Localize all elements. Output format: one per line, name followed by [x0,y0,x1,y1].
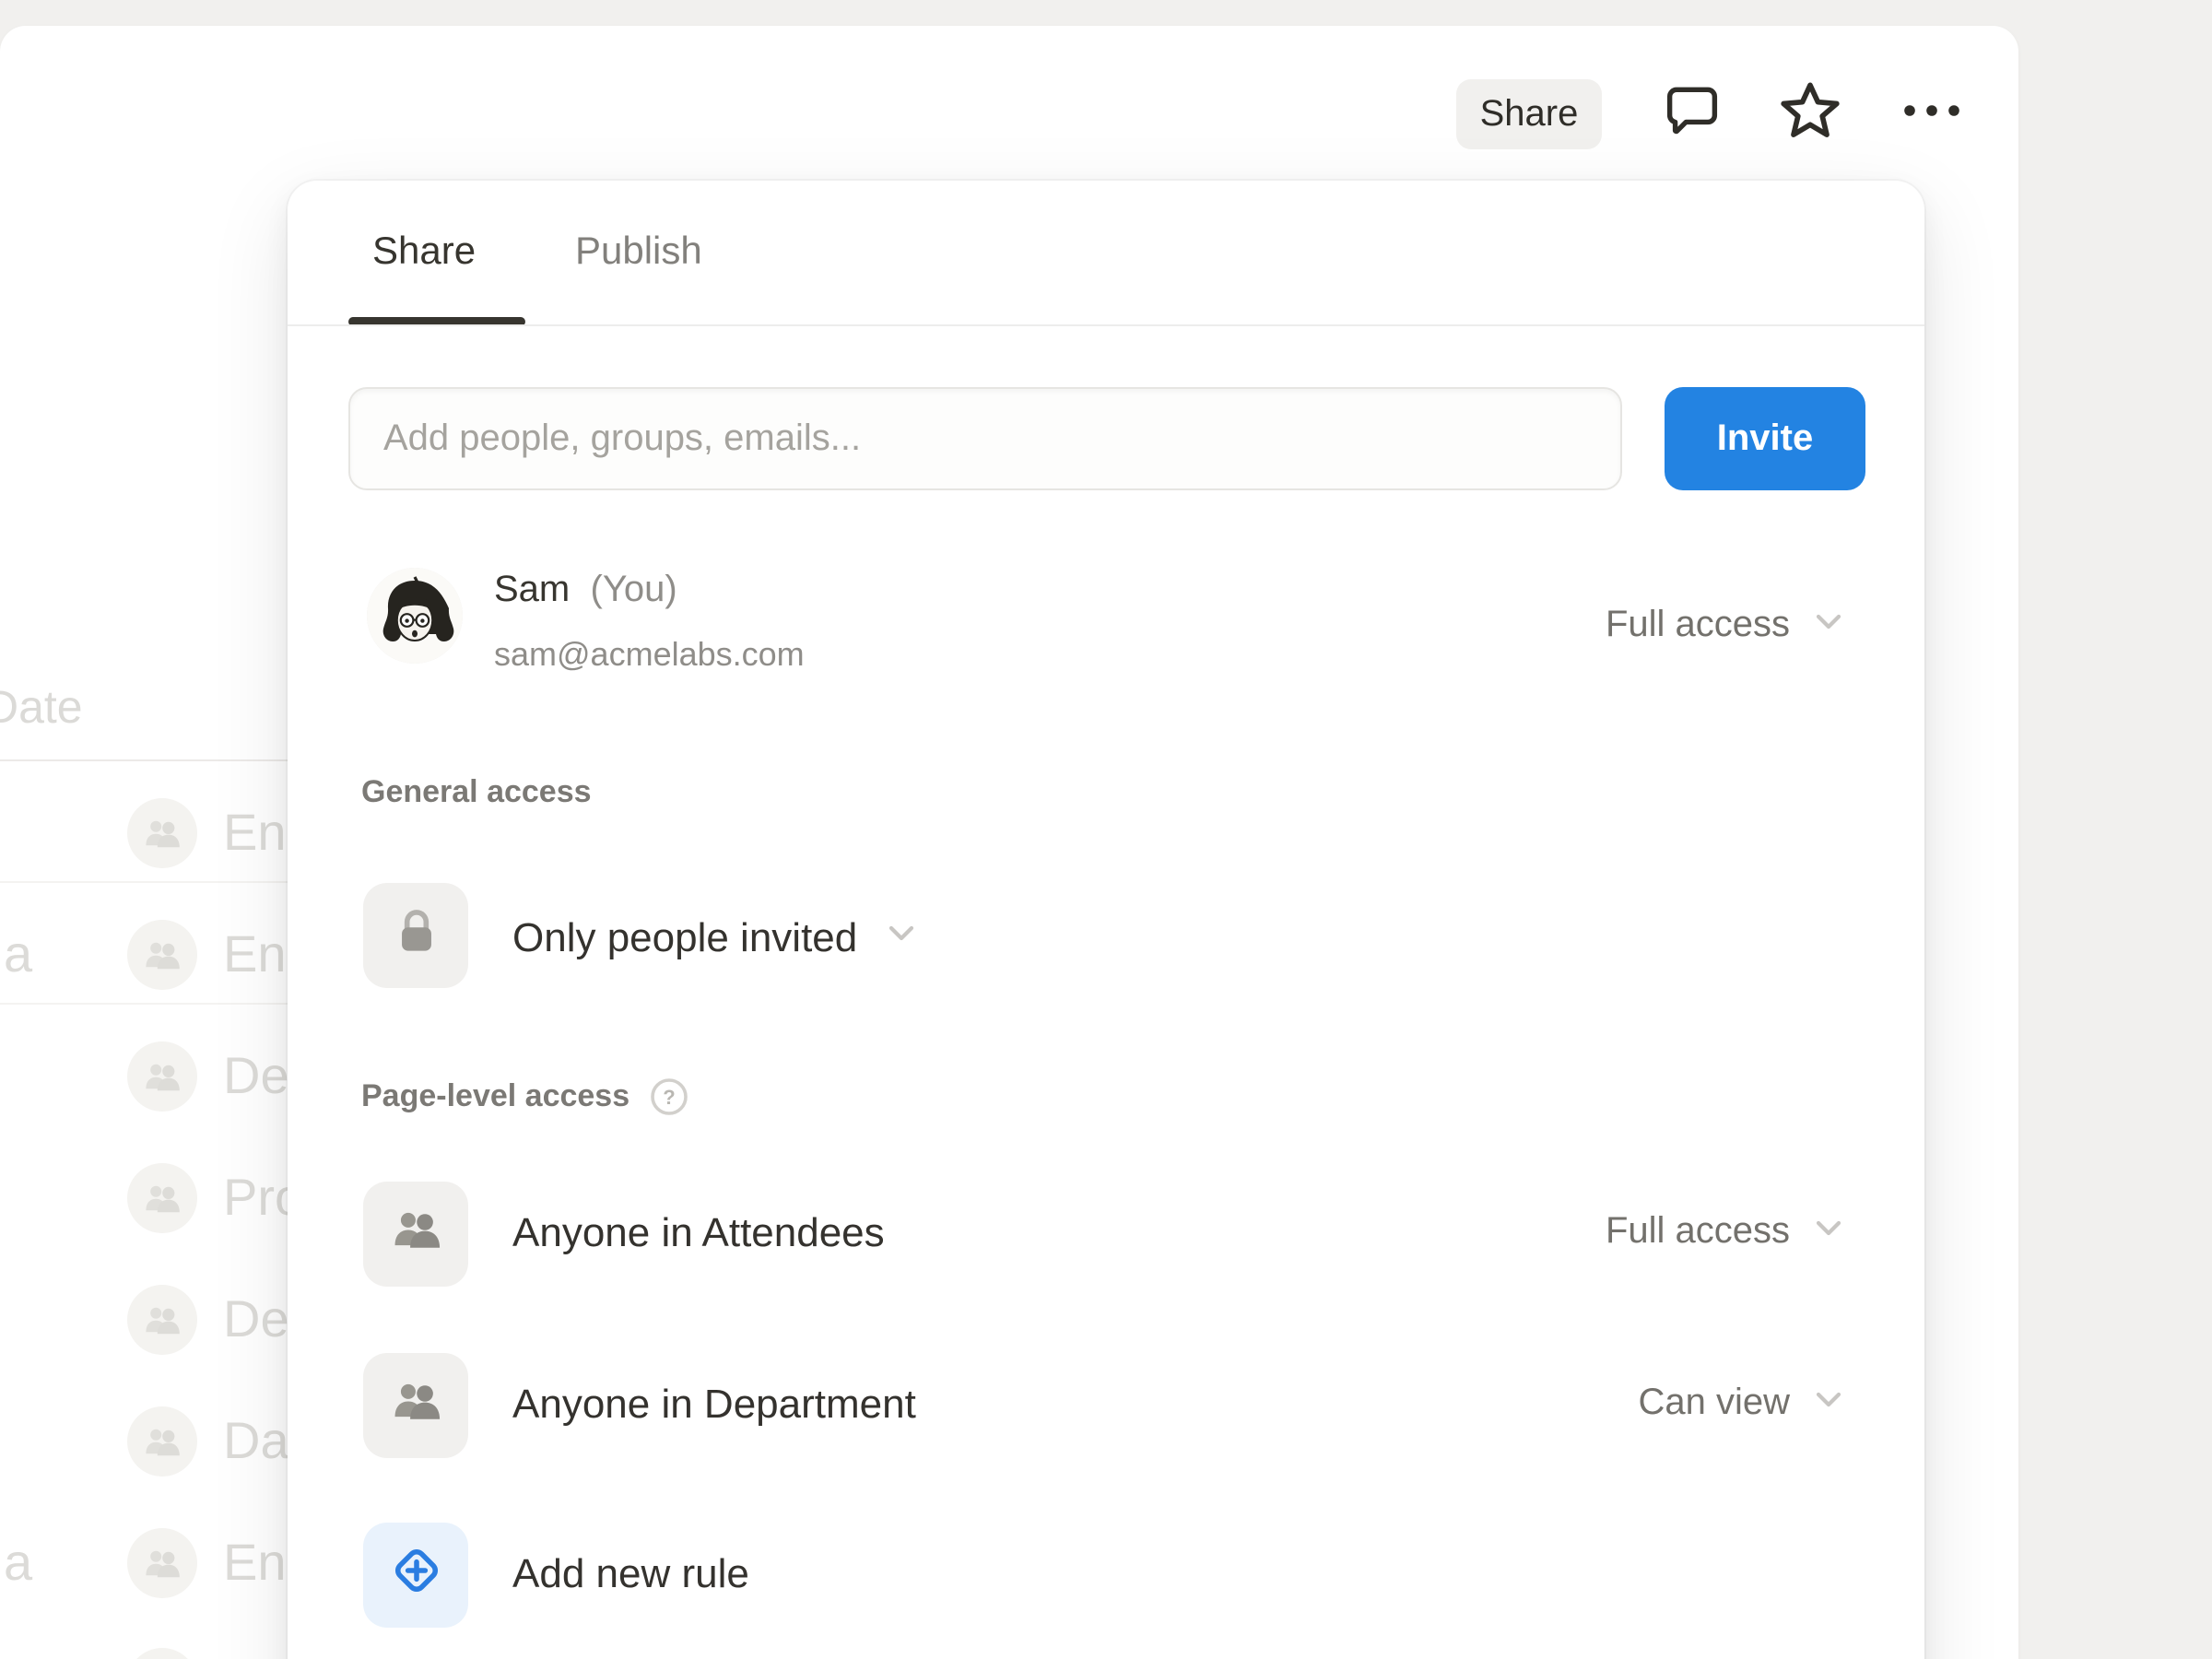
general-access-dropdown[interactable]: Only people invited [512,911,924,966]
invite-button[interactable]: Invite [1665,387,1865,490]
share-button-label: Share [1480,93,1579,135]
general-access-heading: General access [361,774,592,811]
group-avatar-icon [127,1163,197,1233]
add-people-input[interactable] [348,387,1622,490]
rule-department-access-dropdown[interactable]: Can view [1638,1377,1851,1430]
add-rule-icon-box[interactable] [363,1523,468,1628]
share-button[interactable]: Share [1456,79,1602,149]
more-options-button[interactable] [1895,87,1969,142]
owner-name: Sam (You) [494,570,677,612]
avatar [367,568,463,664]
chevron-down-icon [1806,1206,1851,1259]
tabs-divider [288,324,1924,326]
share-dialog: Share Publish Invite [288,181,1924,1659]
lock-icon [388,903,443,968]
group-avatar-icon [127,1648,197,1659]
group-avatar-icon [127,920,197,990]
chevron-down-icon [879,911,924,966]
chevron-down-icon [1806,599,1851,653]
background-cell-fragment: a [4,925,32,984]
favorite-button[interactable] [1773,77,1847,151]
owner-email: sam@acmelabs.com [494,636,805,675]
page-level-access-heading: Page-level access ? [361,1077,688,1117]
screenshot-viewport: Date Eng a Eng Des Pro [0,0,2212,1659]
tab-share[interactable]: Share [372,230,476,275]
group-avatar-icon [127,1041,197,1112]
comment-bubble-icon [1661,78,1724,150]
owner-you-suffix: (You) [580,570,677,610]
background-column-header: Date [0,682,83,735]
group-avatar-icon [127,798,197,868]
rule-department-access-label: Can view [1638,1382,1790,1425]
star-icon [1777,76,1843,152]
general-access-value: Only people invited [512,914,857,962]
background-cell-fragment: a [4,1534,32,1593]
owner-access-dropdown[interactable]: Full access [1606,599,1851,653]
owner-access-label: Full access [1606,605,1790,647]
rule-department-label: Anyone in Department [512,1381,916,1429]
ellipsis-icon [1899,88,1965,141]
people-group-icon [386,1371,445,1440]
owner-name-text: Sam [494,570,570,610]
general-access-icon-box[interactable] [363,883,468,988]
rule-attendees-label: Anyone in Attendees [512,1209,885,1257]
rule-attendees-access-label: Full access [1606,1211,1790,1253]
diamond-plus-icon [384,1539,447,1611]
app-window: Date Eng a Eng Des Pro [0,26,2018,1659]
group-avatar-icon [127,1528,197,1598]
group-avatar-icon [127,1406,197,1477]
people-group-icon [386,1200,445,1268]
group-avatar-icon [127,1285,197,1355]
page-level-access-heading-text: Page-level access [361,1078,629,1115]
rule-attendees-icon-box [363,1182,468,1287]
add-new-rule-button[interactable]: Add new rule [512,1550,749,1598]
comments-button[interactable] [1657,79,1727,149]
tab-publish[interactable]: Publish [575,230,702,275]
help-icon[interactable]: ? [648,1077,688,1117]
rule-attendees-access-dropdown[interactable]: Full access [1606,1206,1851,1259]
chevron-down-icon [1806,1377,1851,1430]
svg-text:?: ? [662,1086,674,1109]
rule-department-icon-box [363,1353,468,1458]
